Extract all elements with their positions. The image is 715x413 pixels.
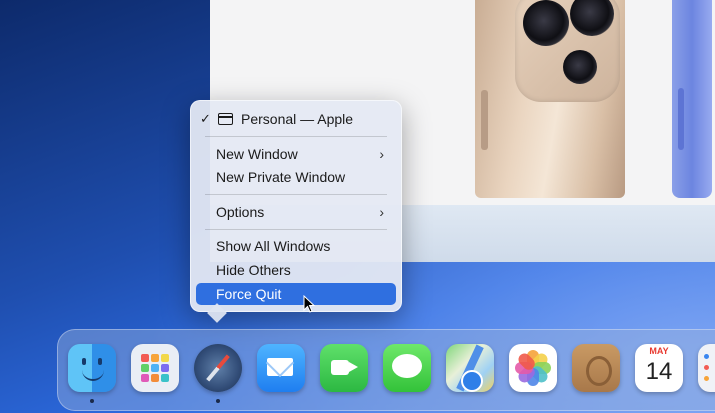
- mouse-pointer-icon: [303, 295, 315, 313]
- menu-item-label: Hide Others: [216, 262, 291, 278]
- camera-lens: [523, 0, 569, 46]
- iphone-product-image: [475, 0, 625, 198]
- finder-icon[interactable]: [68, 344, 116, 392]
- menu-separator: [205, 194, 387, 195]
- photos-icon[interactable]: [509, 344, 557, 392]
- dock-context-menu: ✓ Personal — Apple New Window › New Priv…: [190, 100, 402, 312]
- camera-lens: [570, 0, 614, 36]
- contacts-icon[interactable]: [572, 344, 620, 392]
- messages-icon[interactable]: [383, 344, 431, 392]
- phone-side-button: [481, 90, 488, 150]
- menu-item-new-window[interactable]: New Window ›: [196, 143, 396, 165]
- chevron-right-icon: ›: [379, 204, 384, 220]
- menu-item-options[interactable]: Options ›: [196, 201, 396, 223]
- camera-lens: [563, 50, 597, 84]
- menu-item-hide-others[interactable]: Hide Others: [196, 259, 396, 281]
- calendar-icon[interactable]: MAY 14: [635, 344, 683, 392]
- menu-item-label: Force Quit: [216, 286, 282, 302]
- phone-side-button: [678, 88, 684, 150]
- checkmark-icon: ✓: [200, 111, 211, 126]
- menu-item-label: New Window: [216, 146, 298, 162]
- menu-separator: [205, 229, 387, 230]
- safari-icon[interactable]: [194, 344, 242, 392]
- menu-item-label: New Private Window: [216, 169, 346, 185]
- running-indicator: [90, 399, 94, 403]
- running-indicator: [216, 399, 220, 403]
- menu-item-label: Personal — Apple: [241, 111, 354, 127]
- mail-icon[interactable]: [257, 344, 305, 392]
- launchpad-icon[interactable]: [131, 344, 179, 392]
- facetime-icon[interactable]: [320, 344, 368, 392]
- window-icon: [218, 113, 233, 125]
- menu-item-force-quit[interactable]: Force Quit: [196, 283, 396, 305]
- menu-item-label: Show All Windows: [216, 238, 331, 254]
- calendar-month: MAY: [649, 346, 669, 356]
- menu-item-label: Options: [216, 204, 265, 220]
- chevron-right-icon: ›: [379, 146, 384, 162]
- menu-item-window-personal[interactable]: ✓ Personal — Apple: [196, 108, 396, 130]
- blue-phone-image: [672, 0, 712, 198]
- maps-icon[interactable]: [446, 344, 494, 392]
- calendar-day: 14: [645, 358, 673, 385]
- camera-bump: [515, 0, 620, 102]
- menu-item-new-private-window[interactable]: New Private Window: [196, 166, 396, 188]
- reminders-icon[interactable]: [698, 344, 715, 392]
- menu-separator: [205, 136, 387, 137]
- menu-item-show-all-windows[interactable]: Show All Windows: [196, 235, 396, 257]
